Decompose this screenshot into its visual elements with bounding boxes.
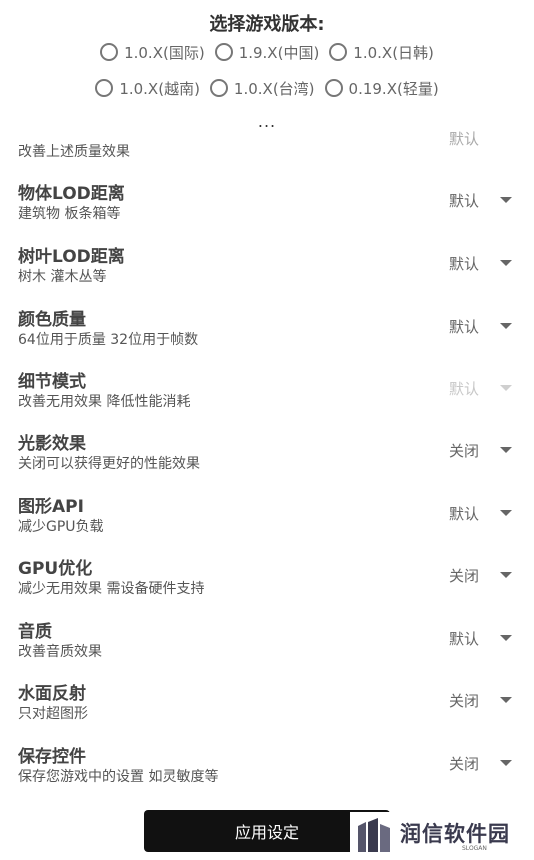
radio-circle-icon[interactable] [100,43,119,61]
radio-circle-icon[interactable] [209,79,228,97]
setting-desc: 改善无用效果 降低性能消耗 [18,394,191,410]
version-radio-label: 1.0.X(国际) [124,43,205,62]
setting-audio-quality[interactable]: 音质 改善音质效果 默认 [0,617,534,679]
dropdown-arrow-icon [500,385,512,391]
version-radio-lite[interactable]: 0.19.X(轻量) [324,76,439,100]
radio-circle-icon[interactable] [214,43,233,61]
setting-object-lod[interactable]: 物体LOD距离 建筑物 板条箱等 默认 [0,179,534,241]
radio-circle-icon[interactable] [329,43,348,61]
setting-gpu-optimization[interactable]: GPU优化 减少无用效果 需设备硬件支持 关闭 [0,554,534,616]
version-radio-global[interactable]: 1.0.X(国际) [100,40,205,64]
setting-desc: 只对超图形 [18,706,88,722]
radio-circle-icon[interactable] [324,79,343,97]
setting-desc-partial: 改善上述质量效果 [18,144,130,160]
setting-value-partial[interactable]: 默认 [449,128,479,149]
setting-name: 水面反射 [18,684,86,704]
setting-value-dropdown[interactable]: 默认 [449,253,479,274]
setting-value-dropdown[interactable]: 关闭 [449,690,479,711]
setting-value-dropdown[interactable]: 默认 [449,628,479,649]
setting-save-controls[interactable]: 保存控件 保存您游戏中的设置 如灵敏度等 关闭 [0,742,534,800]
setting-name: 物体LOD距离 [18,184,125,204]
version-radio-row-2: 1.0.X(越南) 1.0.X(台湾) 0.19.X(轻量) [0,76,534,100]
version-radio-label: 1.0.X(台湾) [233,79,315,98]
setting-value-dropdown[interactable]: 默认 [449,503,479,524]
version-radio-label: 1.9.X(中国) [238,43,320,62]
setting-foliage-lod[interactable]: 树叶LOD距离 树木 灌木丛等 默认 [0,242,534,304]
watermark-logo: 润信软件园 SLOGAN [350,812,530,856]
setting-desc: 树木 灌木丛等 [18,269,107,285]
setting-value-dropdown[interactable]: 关闭 [449,440,479,461]
watermark-slogan: SLOGAN [462,845,487,852]
setting-value-dropdown: 默认 [449,380,480,398]
settings-list[interactable]: 默认 改善上述质量效果 物体LOD距离 建筑物 板条箱等 默认 树叶LOD距离 … [0,128,534,800]
setting-color-quality[interactable]: 颜色质量 64位用于质量 32位用于帧数 默认 [0,305,534,367]
version-radio-label: 1.0.X(越南) [119,79,200,98]
setting-desc: 建筑物 板条箱等 [18,206,121,222]
setting-name: 细节模式 [18,372,86,392]
setting-water-reflection[interactable]: 水面反射 只对超图形 关闭 [0,679,534,741]
setting-name: 图形API [18,497,84,517]
setting-value-dropdown[interactable]: 默认 [449,190,479,211]
version-radio-china[interactable]: 1.9.X(中国) [214,40,320,64]
version-radio-label: 1.0.X(日韩) [353,43,434,62]
setting-graphics-api[interactable]: 图形API 减少GPU负载 默认 [0,492,534,554]
dropdown-arrow-icon[interactable] [500,635,512,641]
dropdown-arrow-icon[interactable] [500,510,512,516]
setting-desc: 保存您游戏中的设置 如灵敏度等 [18,769,219,785]
version-radio-vietnam[interactable]: 1.0.X(越南) [95,76,200,100]
setting-name: 树叶LOD距离 [18,247,125,267]
dropdown-arrow-icon[interactable] [500,760,512,766]
setting-value-dropdown[interactable]: 默认 [449,316,479,337]
watermark-logo-icon [358,818,390,852]
version-radio-japan-korea[interactable]: 1.0.X(日韩) [329,40,434,64]
dropdown-arrow-icon[interactable] [500,323,512,329]
setting-desc: 减少无用效果 需设备硬件支持 [18,581,205,597]
setting-name: 光影效果 [18,434,86,454]
radio-circle-icon[interactable] [95,79,114,97]
version-radio-taiwan[interactable]: 1.0.X(台湾) [209,76,315,100]
setting-desc: 改善音质效果 [18,644,102,660]
version-selector-title: 选择游戏版本: [209,14,325,35]
version-radio-row-1: 1.0.X(国际) 1.9.X(中国) 1.0.X(日韩) [0,40,534,64]
setting-lighting-effects[interactable]: 光影效果 关闭可以获得更好的性能效果 关闭 [0,429,534,491]
dropdown-arrow-icon[interactable] [500,197,512,203]
watermark-text: 润信软件园 [400,822,510,846]
dropdown-arrow-icon[interactable] [500,697,512,703]
dropdown-arrow-icon[interactable] [500,260,512,266]
setting-name: 颜色质量 [18,310,86,330]
dropdown-arrow-icon[interactable] [500,572,512,578]
setting-desc: 64位用于质量 32位用于帧数 [18,332,199,348]
setting-name: 音质 [18,622,52,642]
setting-desc: 减少GPU负载 [18,519,104,535]
setting-desc: 关闭可以获得更好的性能效果 [18,456,200,472]
dropdown-arrow-icon[interactable] [500,447,512,453]
setting-name: GPU优化 [18,559,93,579]
setting-value-dropdown[interactable]: 关闭 [449,565,479,586]
version-radio-label: 0.19.X(轻量) [348,79,439,98]
setting-value-dropdown[interactable]: 关闭 [449,753,479,774]
version-selector: 选择游戏版本: 1.0.X(国际) 1.9.X(中国) 1.0.X(日韩) 1.… [0,0,534,140]
setting-detail-mode: 细节模式 改善无用效果 降低性能消耗 默认 [0,367,534,429]
setting-name: 保存控件 [18,747,86,767]
